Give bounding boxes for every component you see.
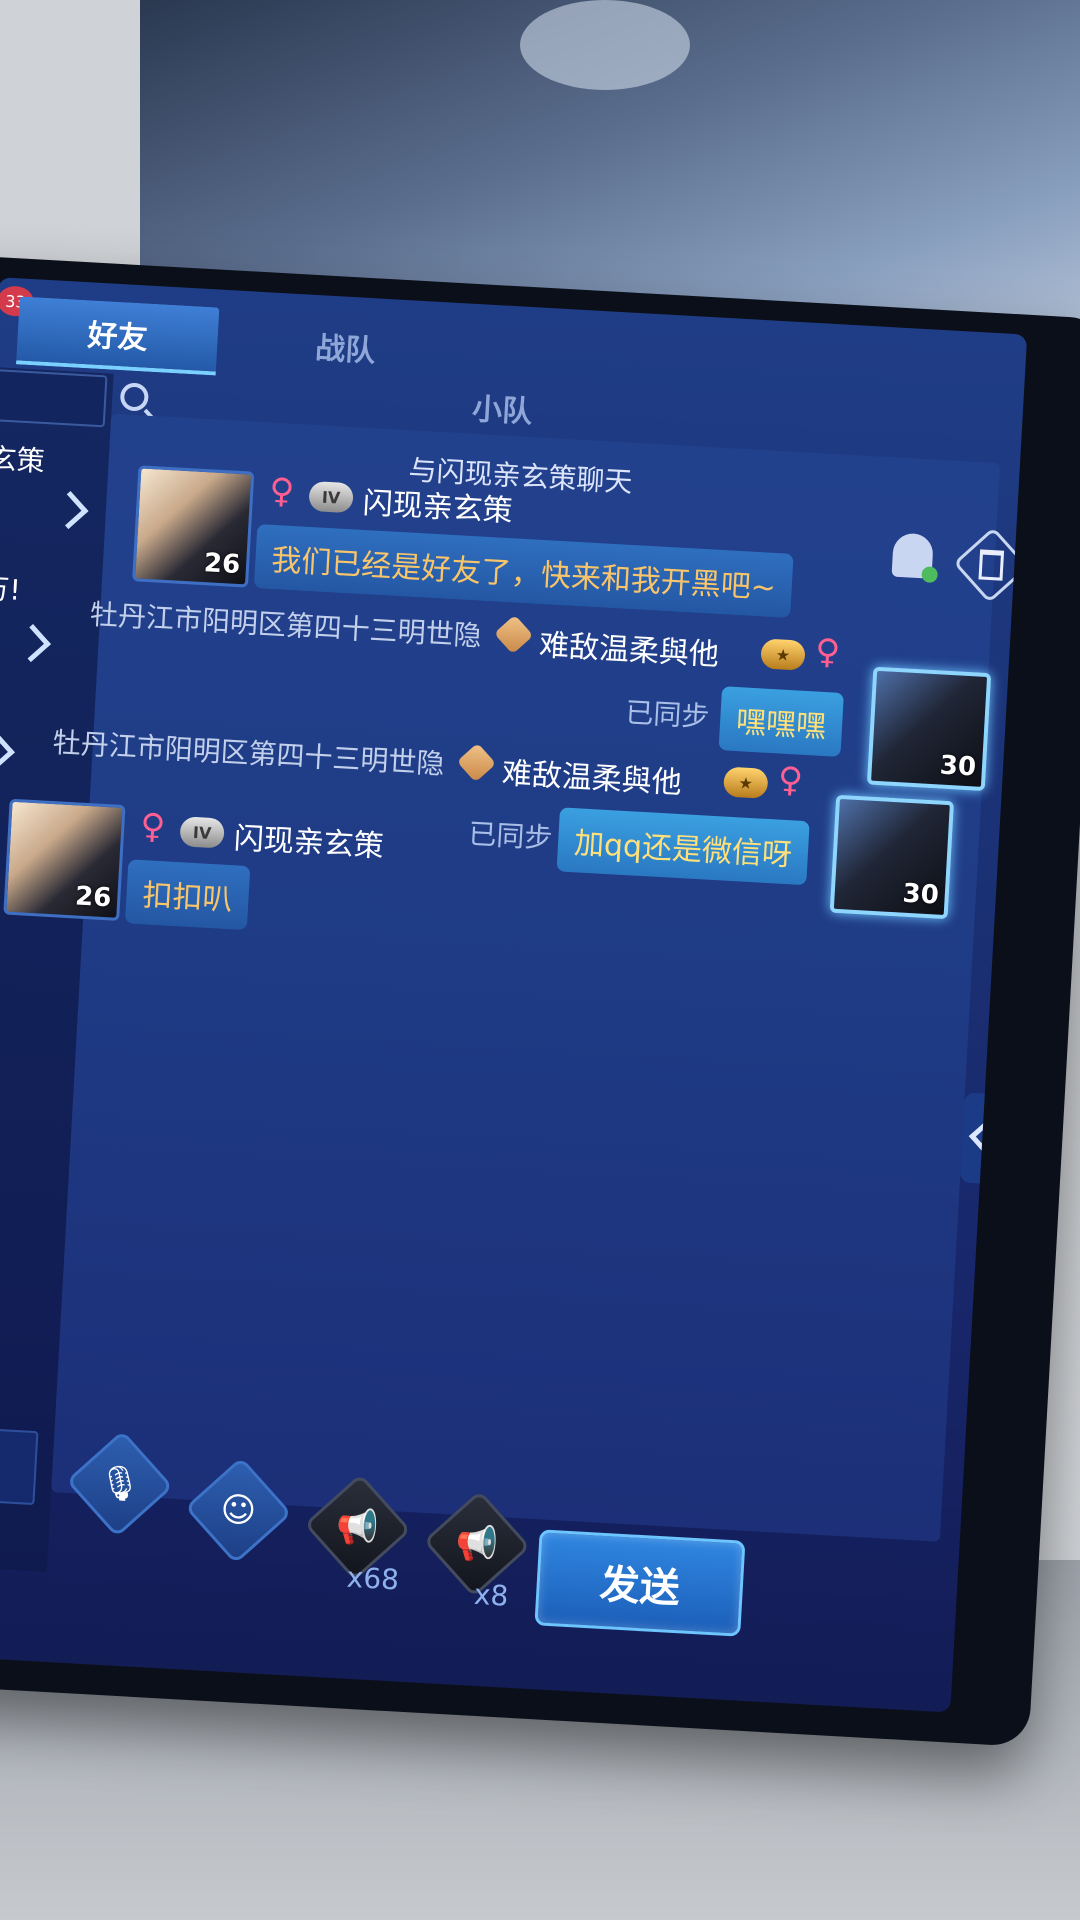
level-label: 30: [901, 878, 940, 911]
sync-status: 已同步: [624, 695, 711, 734]
gender-female-icon: ♀: [814, 631, 842, 673]
level-label: 30: [939, 750, 977, 783]
game-screen: 33 好友 战队 小队 玄策 万! 与闪现亲玄策聊天 26 ♀ IV 闪现亲玄策…: [0, 277, 1028, 1713]
megaphone-icon: 📢: [454, 1522, 500, 1566]
phone-device: 33 好友 战队 小队 玄策 万! 与闪现亲玄策聊天 26 ♀ IV 闪现亲玄策…: [0, 255, 1080, 1747]
gender-female-icon: ♀: [139, 805, 167, 848]
tab-friends[interactable]: 好友: [15, 296, 220, 376]
search-icon[interactable]: [119, 382, 150, 412]
avatar[interactable]: 30: [829, 794, 955, 920]
notification-bell-icon[interactable]: [891, 532, 934, 579]
avatar[interactable]: 26: [132, 465, 255, 588]
rank-badge-gold: ★: [722, 766, 769, 799]
horn-count: x8: [473, 1577, 510, 1613]
list-item[interactable]: 万!: [0, 567, 22, 609]
level-label: 26: [203, 548, 241, 581]
rank-badge: IV: [179, 816, 225, 849]
avatar[interactable]: 30: [866, 666, 992, 792]
message-bubble: 扣扣叭: [124, 859, 251, 931]
gender-female-icon: ♀: [776, 759, 804, 801]
horn-count: x68: [345, 1560, 400, 1597]
expand-panel-arrow-icon[interactable]: [959, 1092, 1005, 1185]
microphone-icon: 🎙: [96, 1462, 143, 1506]
sender-name: 闪现亲玄策: [361, 485, 514, 530]
smiley-icon: ☺: [219, 1489, 258, 1532]
avatar[interactable]: 26: [3, 798, 126, 921]
message-bubble: 嘿嘿嘿: [718, 686, 844, 757]
megaphone-icon: 📢: [335, 1506, 380, 1549]
sync-status: 已同步: [467, 817, 554, 855]
message-input[interactable]: [0, 1425, 39, 1506]
rank-badge: IV: [308, 480, 354, 514]
gender-female-icon: ♀: [268, 470, 296, 512]
level-label: 26: [74, 881, 113, 914]
list-item[interactable]: 玄策: [0, 437, 46, 480]
send-button[interactable]: 发送: [534, 1529, 746, 1637]
sender-name: 闪现亲玄策: [232, 821, 385, 865]
search-input[interactable]: [0, 369, 108, 428]
rank-badge-gold: ★: [760, 638, 806, 671]
